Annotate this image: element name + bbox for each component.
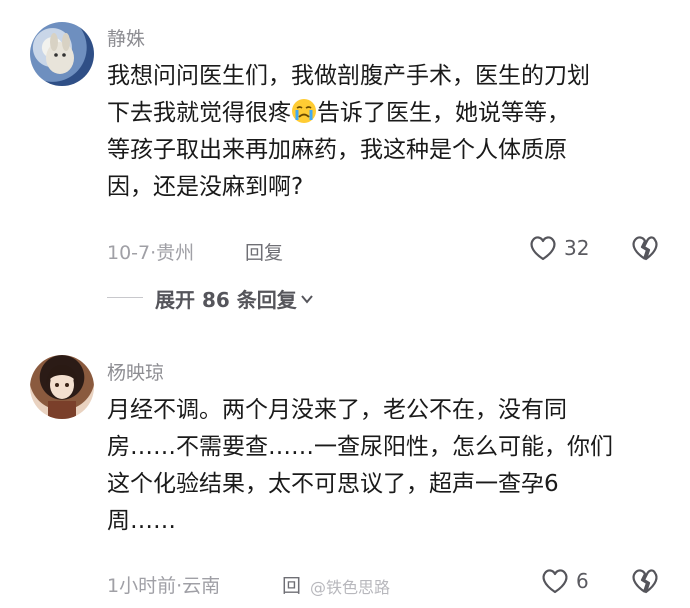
like-button[interactable]: 32 (528, 234, 589, 262)
like-count: 32 (564, 236, 590, 260)
avatar[interactable] (30, 355, 94, 419)
heart-icon (542, 569, 568, 594)
like-button[interactable]: 6 (540, 567, 589, 595)
username[interactable]: 静姝 (107, 24, 145, 51)
heart-icon (530, 236, 556, 261)
dislike-button[interactable] (630, 234, 660, 266)
comment-location: 云南 (182, 575, 221, 597)
comment-meta: 10-7·贵州 (107, 242, 195, 264)
like-count: 6 (576, 569, 589, 593)
comment-text: 我想问问医生们，我做剖腹产手术，医生的刀划 下去我就觉得很疼 告诉了医生，她说等等… (107, 63, 590, 200)
reply-button[interactable]: 回复 (245, 238, 283, 265)
crying-face-icon (292, 99, 316, 123)
broken-heart-icon (632, 236, 658, 261)
dislike-button[interactable] (630, 567, 660, 599)
comment-text: 月经不调。两个月没来了，老公不在，没有同 房……不需要查……一查尿阳性，怎么可能… (107, 397, 613, 534)
comment-location: 贵州 (156, 242, 195, 264)
comment-meta: 1小时前·云南 (107, 575, 221, 597)
expand-replies-button[interactable]: 展开 86 条回复 (155, 284, 315, 313)
expand-divider (107, 297, 143, 298)
avatar[interactable] (30, 22, 94, 86)
comment-time: 1小时前 (107, 575, 177, 597)
comment-time: 10-7 (107, 242, 151, 264)
chevron-down-icon (300, 294, 313, 304)
broken-heart-icon (632, 569, 658, 594)
username[interactable]: 杨映琼 (107, 358, 164, 385)
watermark: @铁色思路 (310, 578, 391, 597)
reply-button[interactable]: 回 (282, 571, 301, 598)
